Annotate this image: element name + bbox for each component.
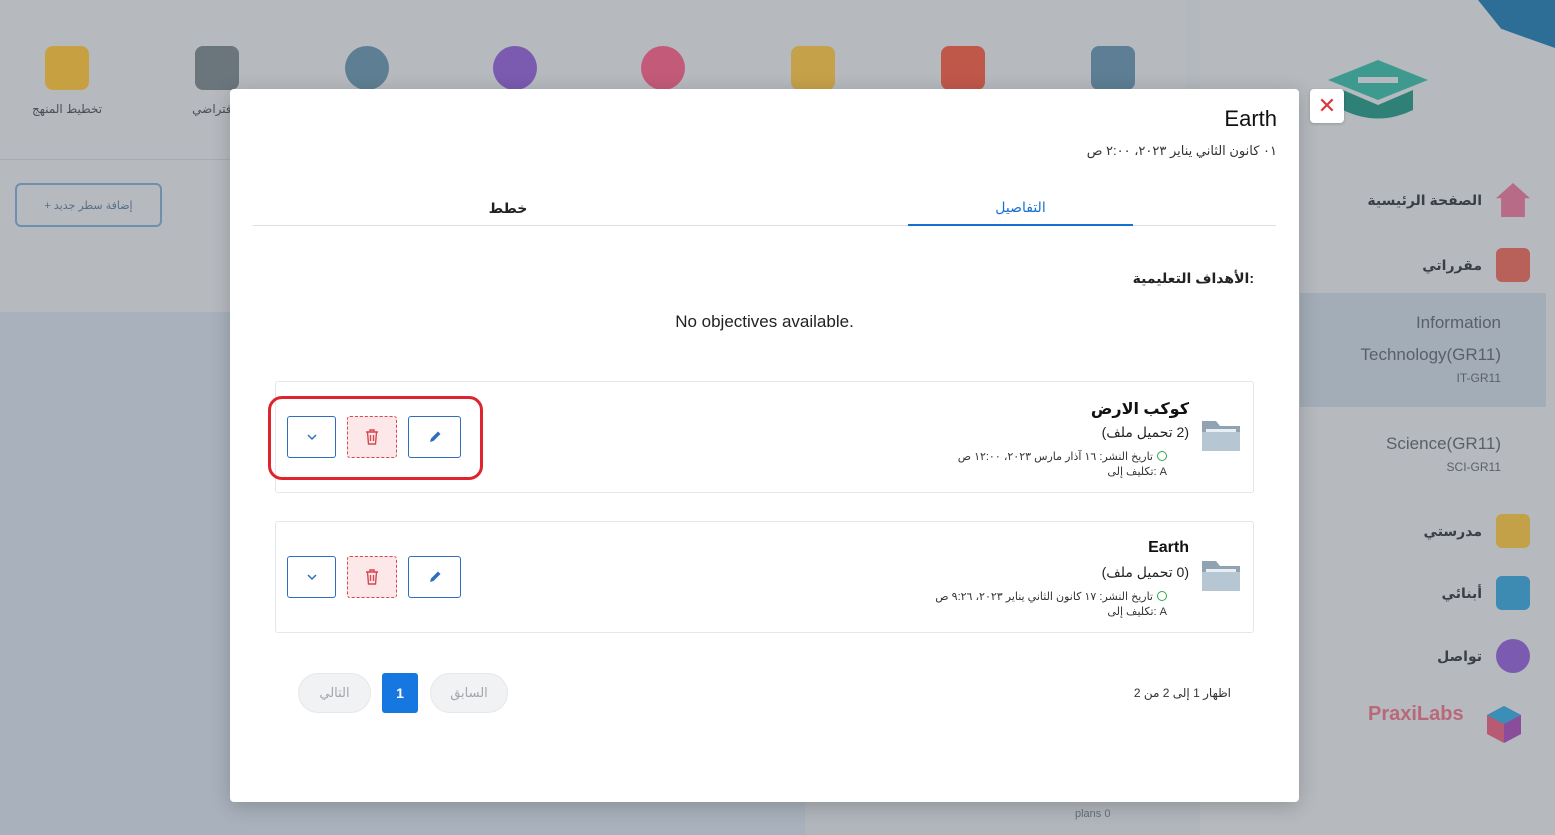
toolbar-item-users[interactable] (322, 46, 412, 90)
lesson-details-modal: Earth ٠١ كانون الثاني يناير ٢٠٢٣، ٢:٠٠ ص… (230, 89, 1299, 802)
sidebar-item-children[interactable]: أبنائي (1300, 573, 1530, 613)
course-item-it[interactable]: Information Technology(GR11) IT-GR11 (1300, 293, 1546, 407)
add-row-button[interactable]: + إضافة سطر جديد (15, 183, 162, 227)
list-item: Earth (0 تحميل ملف) تاريخ النشر: ١٧ كانو… (275, 521, 1254, 633)
toolbar-item-assignment[interactable] (768, 46, 858, 90)
chevron-down-icon (306, 574, 317, 581)
item-meta: تاريخ النشر: ١٧ كانون الثاني يناير ٢٠٢٣،… (935, 590, 1167, 620)
edit-button[interactable] (408, 556, 461, 598)
praxilabs-cube-icon (1487, 706, 1521, 743)
no-objectives-text: No objectives available. (675, 312, 854, 331)
item-meta: تاريخ النشر: ١٦ آذار مارس ٢٠٢٣، ١٢:٠٠ ص … (958, 450, 1167, 480)
item-file-count: (2 تحميل ملف) (1101, 424, 1189, 440)
school-icon (1496, 514, 1530, 548)
folder-icon (1202, 561, 1240, 591)
sidebar-item-messages[interactable]: تواصل (1300, 636, 1530, 676)
course-name: Information (1415, 313, 1501, 332)
tab-details[interactable]: التفاصيل (908, 190, 1133, 226)
clock-icon (1157, 591, 1167, 601)
clock-icon (1157, 451, 1167, 461)
close-modal-button[interactable]: ✕ (1310, 89, 1344, 123)
modal-tabs: التفاصيل خطط (253, 190, 1276, 226)
virtual-class-icon (195, 46, 239, 90)
item-title: Earth (1148, 539, 1189, 556)
toolbar-item-announcement[interactable] (1068, 46, 1158, 90)
next-page-button[interactable]: التالي (298, 673, 371, 713)
course-name: Science(GR11) (1386, 434, 1501, 453)
course-name: Technology(GR11) (1360, 345, 1501, 364)
course-item-science[interactable]: Science(GR11) SCI-GR11 (1300, 428, 1546, 474)
expand-button[interactable] (287, 416, 336, 458)
toolbar-item-location[interactable] (618, 46, 708, 90)
book-icon (941, 46, 985, 90)
trash-icon (366, 429, 378, 445)
curriculum-icon (45, 46, 89, 90)
close-icon: ✕ (1317, 93, 1337, 118)
calendar-icon (1496, 576, 1530, 610)
sidebar-item-home[interactable]: الصفحة الرئيسية (1300, 180, 1530, 220)
pencil-icon (429, 431, 440, 442)
praxilabs-link[interactable]: PraxiLabs (1368, 703, 1464, 726)
pagination-summary: اظهار 1 إلى 2 من 2 (1133, 686, 1231, 700)
list-item: كوكب الارض (2 تحميل ملف) تاريخ النشر: ١٦… (275, 381, 1254, 493)
delete-button[interactable] (347, 556, 397, 598)
item-title: كوكب الارض (1090, 401, 1189, 418)
toolbar-item-book[interactable] (918, 46, 1008, 90)
tab-plans[interactable]: خطط (403, 190, 613, 226)
item-assigned-to: تكليف إلى: A (1107, 466, 1167, 478)
sidebar-item-label: مدرستي (1423, 522, 1482, 539)
page-number-button[interactable]: 1 (382, 673, 418, 713)
folder-icon (1202, 421, 1240, 451)
sidebar-item-label: تواصل (1437, 647, 1482, 664)
sidebar-item-courses[interactable]: مقرراتي (1300, 245, 1530, 285)
item-publish-date: تاريخ النشر: ١٦ آذار مارس ٢٠٢٣، ١٢:٠٠ ص (957, 451, 1153, 463)
courses-icon (1496, 248, 1530, 282)
assignment-icon (791, 46, 835, 90)
home-icon (1496, 183, 1530, 217)
plans-count: plans 0 (1075, 808, 1111, 820)
toolbar-item-chat[interactable] (470, 46, 560, 90)
edit-button[interactable] (408, 416, 461, 458)
location-icon (641, 46, 685, 90)
item-assigned-to: تكليف إلى: A (1107, 606, 1167, 618)
messages-icon (1496, 639, 1530, 673)
delete-button[interactable] (347, 416, 397, 458)
modal-date: ٠١ كانون الثاني يناير ٢٠٢٣، ٢:٠٠ ص (1086, 143, 1277, 158)
sidebar-item-school[interactable]: مدرستي (1300, 511, 1530, 551)
item-publish-date: تاريخ النشر: ١٧ كانون الثاني يناير ٢٠٢٣،… (935, 591, 1153, 603)
course-code: IT-GR11 (1456, 371, 1501, 385)
sidebar-item-label: مقرراتي (1422, 256, 1482, 273)
objectives-label: الأهداف التعليمية: (1132, 270, 1254, 286)
users-icon (345, 46, 389, 90)
chevron-down-icon (306, 434, 317, 441)
item-file-count: (0 تحميل ملف) (1101, 564, 1189, 580)
toolbar-item-curriculum[interactable]: تخطيط المنهج (22, 46, 112, 116)
chat-icon (493, 46, 537, 90)
expand-button[interactable] (287, 556, 336, 598)
trash-icon (366, 569, 378, 585)
sidebar-item-label: أبنائي (1441, 584, 1482, 601)
previous-page-button[interactable]: السابق (430, 673, 508, 713)
sidebar-item-label: الصفحة الرئيسية (1367, 191, 1482, 208)
course-code: SCI-GR11 (1446, 460, 1501, 474)
toolbar-label: تخطيط المنهج (31, 102, 103, 116)
modal-title: Earth (1224, 106, 1277, 131)
pencil-icon (429, 571, 440, 582)
announcement-icon (1091, 46, 1135, 90)
